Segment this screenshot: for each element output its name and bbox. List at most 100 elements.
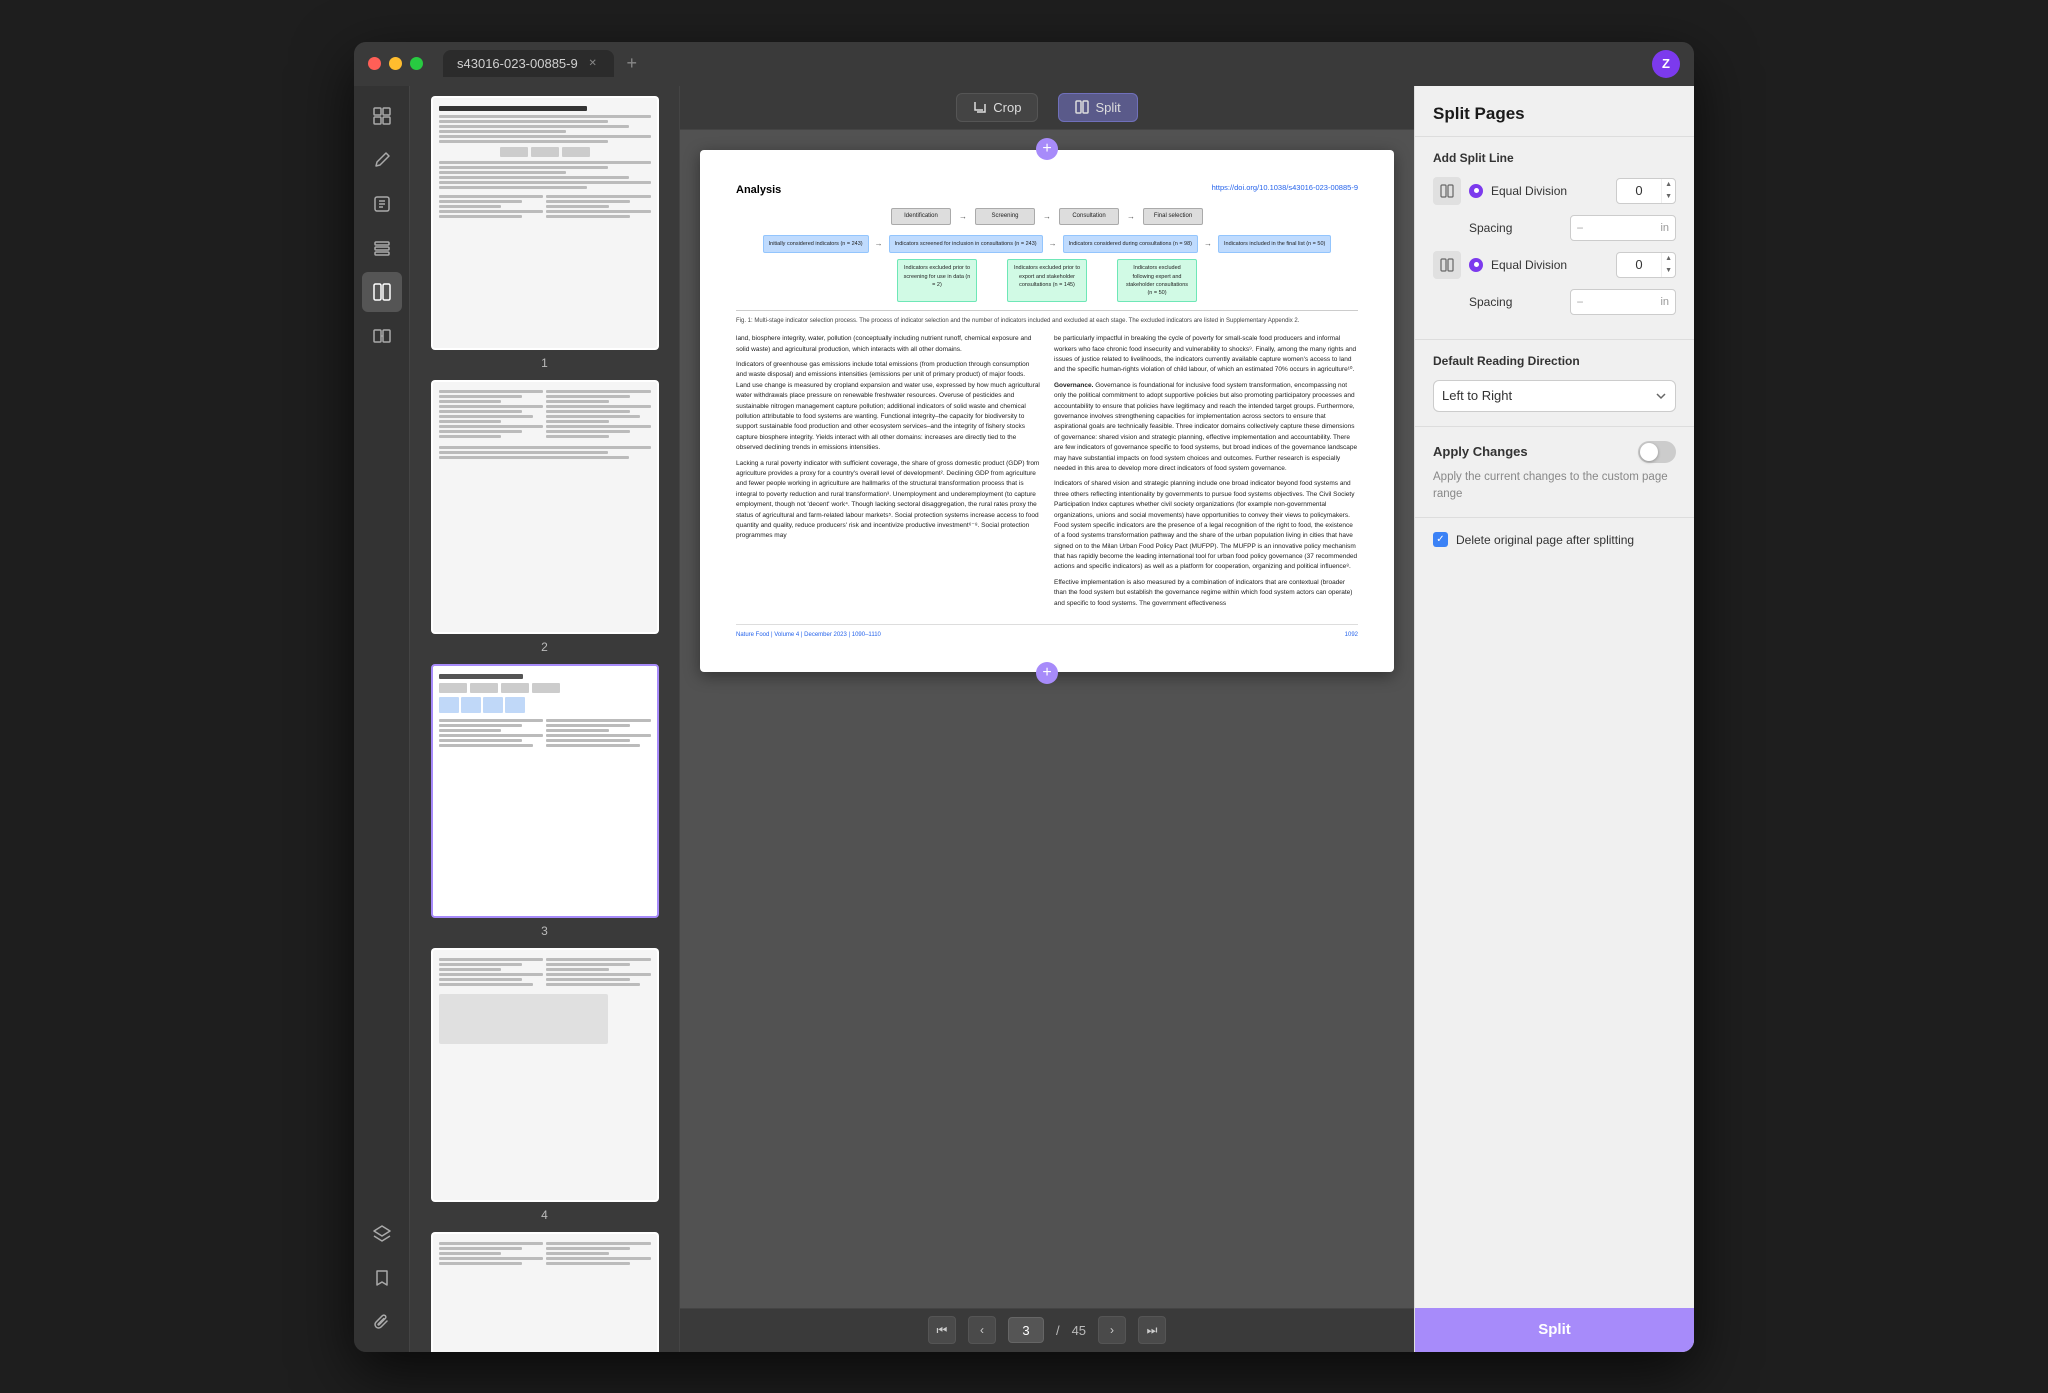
maximize-button[interactable]	[410, 57, 423, 70]
spacing-minus-1: −	[1577, 221, 1584, 235]
tab-close-icon[interactable]: ✕	[586, 57, 600, 71]
equal-division-input-1[interactable]: 0 ▲ ▼	[1616, 178, 1676, 204]
excluded-1: Indicators excluded prior to screening f…	[897, 259, 977, 302]
sidebar-icon-organize[interactable]	[362, 228, 402, 268]
flow-detail-4: Indicators included in the final list (n…	[1218, 235, 1331, 253]
spacing-input-2[interactable]: − in	[1570, 289, 1677, 315]
eq-div-val-1: 0	[1617, 183, 1661, 198]
flow-step-1: Identification	[891, 208, 951, 225]
minimize-button[interactable]	[389, 57, 402, 70]
spacing-minus-2: −	[1577, 295, 1584, 309]
left-sidebar	[354, 86, 410, 1352]
thumbnail-page-1[interactable]: 1	[420, 96, 669, 370]
thumb-label-2: 2	[541, 640, 548, 654]
thumbnail-panel[interactable]: 1 2	[410, 86, 680, 1352]
journal-footer: Nature Food | Volume 4 | December 2023 |…	[736, 624, 1358, 640]
crop-button[interactable]: Crop	[956, 93, 1038, 122]
flow-step-3: Consultation	[1059, 208, 1119, 225]
delete-row: ✓ Delete original page after splitting	[1433, 532, 1676, 547]
split-icon-1	[1433, 177, 1461, 205]
eq-div-val-2: 0	[1617, 257, 1661, 272]
radio-equal-div-1[interactable]	[1469, 184, 1483, 198]
thumbnail-page-3[interactable]: 3	[420, 664, 669, 938]
split-row-1: Equal Division 0 ▲ ▼	[1433, 177, 1676, 205]
journal-left: Nature Food | Volume 4 | December 2023 |…	[736, 631, 881, 640]
eq-div-down-2[interactable]: ▼	[1662, 265, 1675, 277]
tab-label: s43016-023-00885-9	[457, 56, 578, 71]
delete-checkbox[interactable]: ✓	[1433, 532, 1448, 547]
spacing-row-1: Spacing − in	[1433, 215, 1676, 241]
radio-equal-div-2[interactable]	[1469, 258, 1483, 272]
spacing-label-1: Spacing	[1469, 221, 1562, 235]
thumbnail-page-2[interactable]: 2	[420, 380, 669, 654]
split-icon-2	[1433, 251, 1461, 279]
sidebar-icon-bookmark[interactable]	[362, 1258, 402, 1298]
nav-first-button[interactable]: ⏮	[928, 1316, 956, 1344]
thumb-img-3	[431, 664, 659, 918]
journal-right: 1092	[1345, 631, 1358, 640]
split-label: Split	[1095, 100, 1120, 115]
right-panel-title: Split Pages	[1415, 86, 1694, 137]
tab-document[interactable]: s43016-023-00885-9 ✕	[443, 50, 614, 77]
split-action-button[interactable]: Split	[1415, 1308, 1694, 1352]
sidebar-icon-thumbnails[interactable]	[362, 96, 402, 136]
reading-direction-value: Left to Right	[1442, 388, 1512, 403]
titlebar: s43016-023-00885-9 ✕ + Z	[354, 42, 1694, 86]
analysis-title: Analysis	[736, 184, 781, 196]
add-split-label: Add Split Line	[1433, 151, 1676, 165]
page-input[interactable]: 3	[1008, 1317, 1044, 1343]
toggle-knob	[1640, 443, 1658, 461]
main-area: 1 2	[354, 86, 1694, 1352]
col2-para2: Governance. Governance is foundational f…	[1054, 381, 1358, 475]
add-split-section: Add Split Line Equal Division 0 ▲ ▼	[1415, 137, 1694, 340]
sidebar-icon-layers[interactable]	[362, 1214, 402, 1254]
split-line-bottom[interactable]: +	[1036, 662, 1058, 684]
split-button-toolbar[interactable]: Split	[1058, 93, 1137, 122]
split-row-2: Equal Division 0 ▲ ▼	[1433, 251, 1676, 279]
split-button-label: Split	[1538, 1321, 1571, 1338]
sidebar-icon-attach[interactable]	[362, 1302, 402, 1342]
page-view: Crop Split + Analysis https://doi.org/10…	[680, 86, 1414, 1352]
thumbnail-page-5[interactable]: 5	[420, 1232, 669, 1352]
col1-para2: Indicators of greenhouse gas emissions i…	[736, 360, 1040, 454]
equal-division-label-2: Equal Division	[1491, 258, 1608, 272]
apply-changes-title: Apply Changes	[1433, 444, 1528, 459]
spacing-input-1[interactable]: − in	[1570, 215, 1677, 241]
thumb-label-1: 1	[541, 356, 548, 370]
new-tab-button[interactable]: +	[618, 50, 646, 78]
crop-label: Crop	[993, 100, 1021, 115]
flow-step-2: Screening	[975, 208, 1035, 225]
spacing-label-2: Spacing	[1469, 295, 1562, 309]
close-button[interactable]	[368, 57, 381, 70]
thumb-label-3: 3	[541, 924, 548, 938]
sidebar-icon-split[interactable]	[362, 272, 402, 312]
sidebar-icon-merge[interactable]	[362, 316, 402, 356]
eq-div-down-1[interactable]: ▼	[1662, 191, 1675, 203]
nav-prev-button[interactable]: ‹	[968, 1316, 996, 1344]
col2: be particularly impactful in breaking th…	[1054, 334, 1358, 614]
apply-changes-desc: Apply the current changes to the custom …	[1433, 469, 1676, 504]
apply-changes-toggle[interactable]	[1638, 441, 1676, 463]
nav-last-button[interactable]: ⏭	[1138, 1316, 1166, 1344]
doc-content[interactable]: + Analysis https://doi.org/10.1038/s4301…	[680, 130, 1414, 1308]
col2-para1: be particularly impactful in breaking th…	[1054, 334, 1358, 376]
apply-changes-section: Apply Changes Apply the current changes …	[1415, 427, 1694, 519]
eq-div-up-2[interactable]: ▲	[1662, 253, 1675, 265]
apply-changes-header: Apply Changes	[1433, 441, 1676, 463]
sidebar-icon-annotate[interactable]	[362, 140, 402, 180]
app-window: s43016-023-00885-9 ✕ + Z	[354, 42, 1694, 1352]
eq-div-up-1[interactable]: ▲	[1662, 179, 1675, 191]
thumbnail-page-4[interactable]: 4	[420, 948, 669, 1222]
nav-next-button[interactable]: ›	[1098, 1316, 1126, 1344]
excluded-2: Indicators excluded prior to export and …	[1007, 259, 1087, 302]
equal-division-input-2[interactable]: 0 ▲ ▼	[1616, 252, 1676, 278]
fig-caption: Fig. 1: Multi-stage indicator selection …	[736, 310, 1358, 326]
doi-link[interactable]: https://doi.org/10.1038/s43016-023-00885…	[1212, 182, 1358, 193]
split-line-top[interactable]: +	[1036, 138, 1058, 160]
reading-direction-select[interactable]: Left to Right	[1433, 380, 1676, 412]
col1-para3: Lacking a rural poverty indicator with s…	[736, 459, 1040, 542]
thumb-img-2	[431, 380, 659, 634]
sidebar-icon-edit[interactable]	[362, 184, 402, 224]
spacing-unit-1: in	[1660, 222, 1669, 234]
equal-division-label-1: Equal Division	[1491, 184, 1608, 198]
